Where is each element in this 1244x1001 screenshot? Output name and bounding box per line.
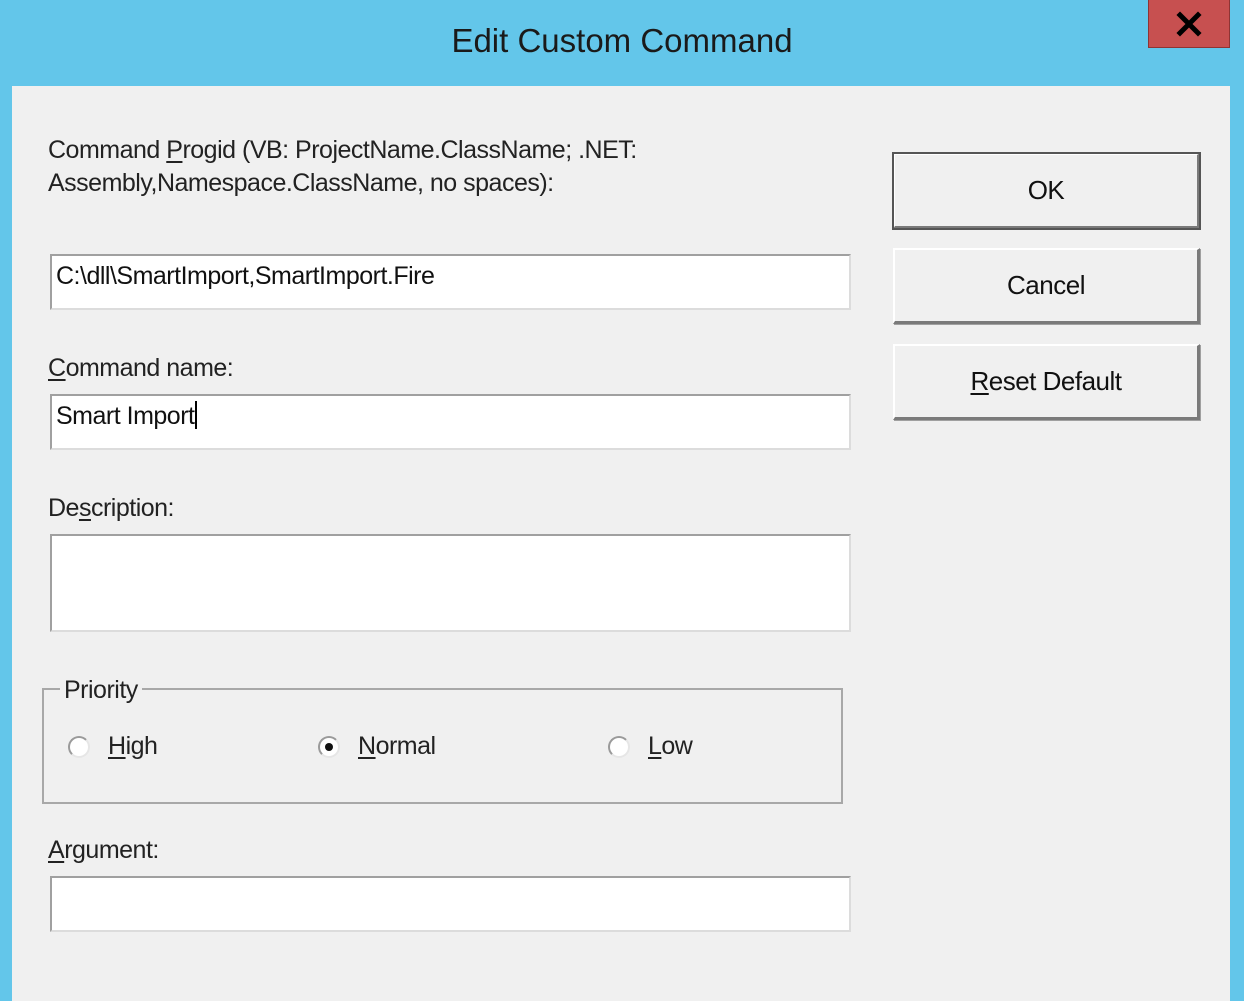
argument-label: Argument: xyxy=(48,836,159,864)
window-title: Edit Custom Command xyxy=(451,22,793,59)
close-icon xyxy=(1176,10,1202,37)
priority-low-label: Low xyxy=(648,732,693,760)
progid-label: Command Progid (VB: ProjectName.ClassNam… xyxy=(48,136,637,197)
progid-value: C:\dll\SmartImport,SmartImport.Fire xyxy=(56,262,435,290)
description-label: Description: xyxy=(48,494,175,522)
priority-low-radio[interactable]: Low xyxy=(608,732,693,761)
radio-unchecked-icon xyxy=(68,735,90,758)
command-name-label: Command name: xyxy=(48,354,234,382)
priority-normal-radio[interactable]: Normal xyxy=(318,732,436,761)
dialog-window: Edit Custom Command Command Progid (VB: … xyxy=(0,0,1244,1001)
dialog-body: Command Progid (VB: ProjectName.ClassNam… xyxy=(12,86,1230,1001)
ok-button[interactable]: OK xyxy=(892,152,1201,230)
cancel-button-label: Cancel xyxy=(1007,270,1085,300)
ok-button-label: OK xyxy=(1027,175,1065,205)
progid-input[interactable]: C:\dll\SmartImport,SmartImport.Fire xyxy=(50,254,851,310)
reset-default-label: Reset Default xyxy=(970,366,1122,396)
priority-normal-label: Normal xyxy=(358,732,436,760)
priority-high-radio[interactable]: High xyxy=(68,732,158,761)
argument-input[interactable] xyxy=(50,876,851,932)
text-caret xyxy=(195,401,198,429)
priority-high-label: High xyxy=(108,732,158,760)
radio-unchecked-icon xyxy=(608,735,630,758)
command-name-value: Smart Import xyxy=(56,402,195,430)
radio-checked-icon xyxy=(318,735,340,758)
close-button[interactable] xyxy=(1148,0,1230,48)
priority-legend: Priority xyxy=(60,675,142,705)
title-bar[interactable]: Edit Custom Command xyxy=(0,0,1244,86)
description-input[interactable] xyxy=(50,534,851,632)
command-name-input[interactable]: Smart Import xyxy=(50,394,851,450)
cancel-button[interactable]: Cancel xyxy=(893,248,1200,324)
priority-group xyxy=(42,688,843,804)
reset-default-button[interactable]: Reset Default xyxy=(893,344,1200,420)
